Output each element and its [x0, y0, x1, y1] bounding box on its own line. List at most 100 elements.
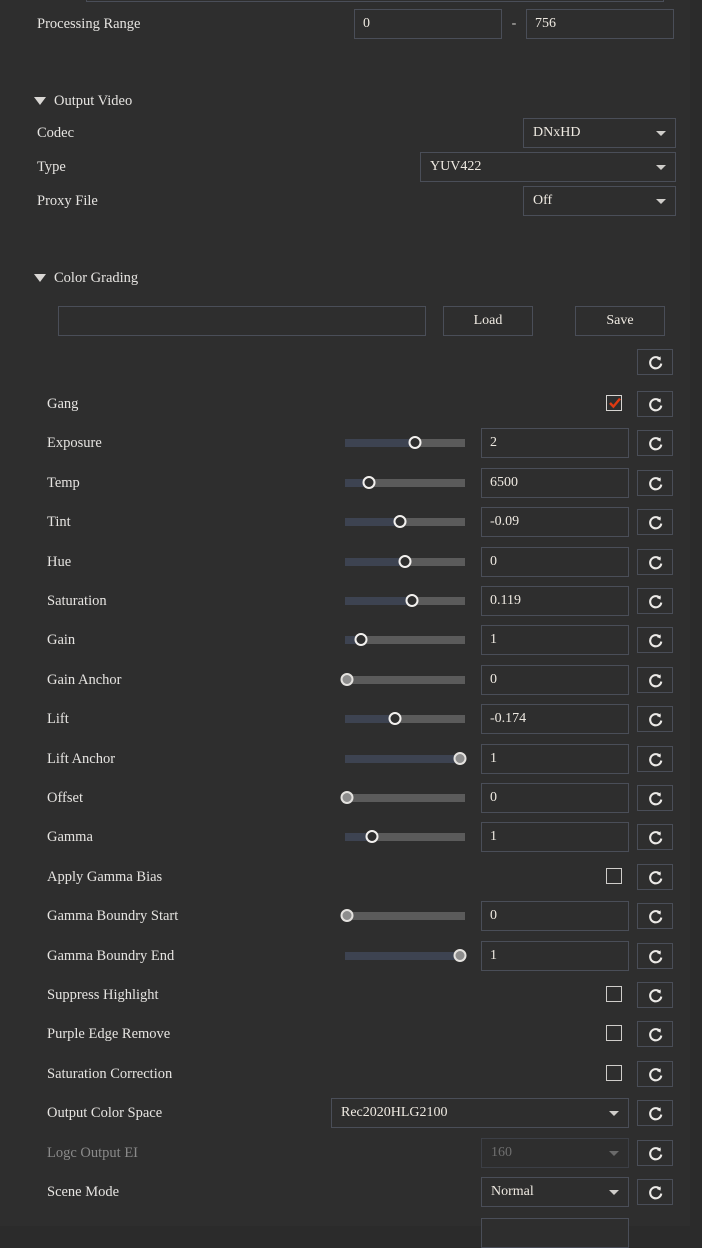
reset-temp-button[interactable] — [637, 470, 673, 496]
scene-mode-dropdown[interactable]: Normal — [481, 1177, 629, 1207]
refresh-icon — [649, 989, 663, 1003]
proxy-file-dropdown[interactable]: Off — [523, 186, 676, 216]
gamma-boundry-start-value-input[interactable]: 0 — [481, 901, 629, 931]
refresh-icon — [649, 595, 663, 609]
saturation-value-input[interactable]: 0.119 — [481, 586, 629, 616]
reset-all-button[interactable] — [637, 349, 673, 375]
gain-value-input[interactable]: 1 — [481, 625, 629, 655]
codec-dropdown[interactable]: DNxHD — [523, 118, 676, 148]
row-lift-anchor: Lift Anchor 1 — [0, 744, 690, 774]
reset-gamma-boundry-end-button[interactable] — [637, 943, 673, 969]
reset-scene-mode-button[interactable] — [637, 1179, 673, 1205]
preset-path-input[interactable] — [58, 306, 426, 336]
lift-slider[interactable] — [345, 709, 465, 729]
refresh-icon — [649, 477, 663, 491]
hue-slider[interactable] — [345, 552, 465, 572]
slider-handle[interactable] — [340, 909, 354, 922]
type-dropdown[interactable]: YUV422 — [420, 152, 676, 182]
processing-range-separator: - — [511, 16, 517, 31]
suppress-highlight-checkbox[interactable] — [606, 986, 622, 1002]
slider-handle[interactable] — [393, 515, 407, 528]
reset-tint-button[interactable] — [637, 509, 673, 535]
saturation-correction-checkbox[interactable] — [606, 1065, 622, 1081]
temp-value-input[interactable]: 6500 — [481, 468, 629, 498]
hue-value-input[interactable]: 0 — [481, 547, 629, 577]
slider-fill — [345, 518, 400, 526]
processing-range-start-input[interactable]: 0 — [354, 9, 502, 39]
slider-track — [345, 676, 465, 684]
slider-handle[interactable] — [388, 712, 402, 725]
slider-handle[interactable] — [398, 555, 412, 568]
reset-output-color-space-button[interactable] — [637, 1100, 673, 1126]
offset-value-input[interactable]: 0 — [481, 783, 629, 813]
slider-handle[interactable] — [340, 791, 354, 804]
reset-saturation-correction-button[interactable] — [637, 1061, 673, 1087]
temp-slider[interactable] — [345, 473, 465, 493]
slider-handle[interactable] — [405, 594, 419, 607]
reset-hue-button[interactable] — [637, 549, 673, 575]
row-gain-anchor: Gain Anchor 0 — [0, 665, 690, 695]
slider-handle[interactable] — [365, 830, 379, 843]
slider-handle[interactable] — [453, 949, 467, 962]
reset-offset-button[interactable] — [637, 785, 673, 811]
reset-lift-button[interactable] — [637, 706, 673, 732]
refresh-icon — [649, 356, 663, 370]
reset-exposure-button[interactable] — [637, 430, 673, 456]
reset-lift-anchor-button[interactable] — [637, 746, 673, 772]
vertical-scrollbar[interactable] — [690, 0, 702, 1226]
exposure-slider[interactable] — [345, 433, 465, 453]
gain-slider[interactable] — [345, 630, 465, 650]
slider-handle[interactable] — [362, 476, 376, 489]
chevron-down-icon — [609, 1111, 619, 1116]
purple-edge-remove-checkbox[interactable] — [606, 1025, 622, 1041]
output-color-space-dropdown[interactable]: Rec2020HLG2100 — [331, 1098, 629, 1128]
refresh-icon — [649, 910, 663, 924]
apply-gamma-bias-checkbox[interactable] — [606, 868, 622, 884]
tint-value-input[interactable]: -0.09 — [481, 507, 629, 537]
gain-anchor-value-input[interactable]: 0 — [481, 665, 629, 695]
saturation-slider[interactable] — [345, 591, 465, 611]
chevron-down-icon — [34, 97, 46, 105]
gamma-boundry-end-slider[interactable] — [345, 946, 467, 966]
lift-value-input[interactable]: -0.174 — [481, 704, 629, 734]
reset-logc-output-ei-button[interactable] — [637, 1140, 673, 1166]
logc-output-ei-value: 160 — [491, 1145, 512, 1160]
reset-gamma-boundry-start-button[interactable] — [637, 903, 673, 929]
reset-saturation-button[interactable] — [637, 588, 673, 614]
partial-input-above — [86, 0, 664, 2]
refresh-icon — [649, 437, 663, 451]
tint-slider[interactable] — [345, 512, 465, 532]
gamma-value-input[interactable]: 1 — [481, 822, 629, 852]
gang-checkbox[interactable] — [606, 395, 622, 411]
gamma-boundry-start-slider[interactable] — [340, 906, 465, 926]
load-button[interactable]: Load — [443, 306, 533, 336]
slider-handle[interactable] — [408, 436, 422, 449]
reset-suppress-highlight-button[interactable] — [637, 982, 673, 1008]
slider-handle[interactable] — [354, 633, 368, 646]
tint-label: Tint — [47, 514, 71, 530]
scene-mode-value: Normal — [491, 1184, 534, 1199]
saturation-correction-label: Saturation Correction — [47, 1066, 173, 1082]
reset-gamma-button[interactable] — [637, 824, 673, 850]
reset-purple-edge-remove-button[interactable] — [637, 1021, 673, 1047]
reset-gang-button[interactable] — [637, 391, 673, 417]
slider-handle[interactable] — [453, 752, 467, 765]
gamma-slider[interactable] — [345, 827, 465, 847]
gain-anchor-slider[interactable] — [340, 670, 465, 690]
processing-range-row: Processing Range 0 - 756 — [0, 9, 690, 39]
gamma-boundry-end-value-input[interactable]: 1 — [481, 941, 629, 971]
reset-gain-button[interactable] — [637, 627, 673, 653]
exposure-value-input[interactable]: 2 — [481, 428, 629, 458]
processing-range-end-input[interactable]: 756 — [526, 9, 674, 39]
save-button[interactable]: Save — [575, 306, 665, 336]
offset-slider[interactable] — [340, 788, 465, 808]
lift-anchor-value-input[interactable]: 1 — [481, 744, 629, 774]
refresh-icon — [649, 713, 663, 727]
slider-handle[interactable] — [340, 673, 354, 686]
proxy-file-value: Off — [533, 193, 553, 208]
reset-gain-anchor-button[interactable] — [637, 667, 673, 693]
lift-anchor-slider[interactable] — [345, 749, 467, 769]
type-value: YUV422 — [430, 159, 482, 174]
scene-mode-label: Scene Mode — [47, 1184, 120, 1200]
reset-apply-gamma-bias-button[interactable] — [637, 864, 673, 890]
